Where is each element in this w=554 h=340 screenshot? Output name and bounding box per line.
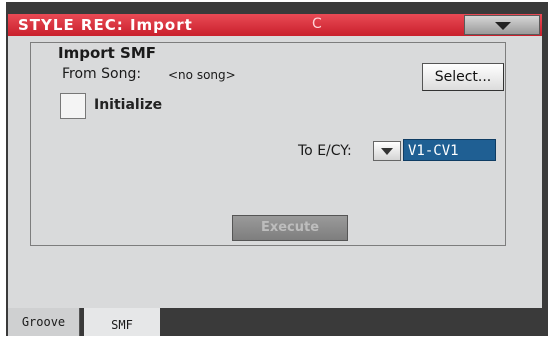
chevron-down-icon: [495, 22, 511, 30]
select-button[interactable]: Select...: [422, 63, 504, 91]
to-ecv-label: To E/CY:: [298, 143, 352, 159]
to-ecv-dropdown-button[interactable]: [373, 141, 401, 161]
tab-bar: Groove SMF: [8, 308, 542, 336]
page-menu-button[interactable]: [464, 15, 540, 35]
from-song-value: <no song>: [168, 68, 236, 82]
initialize-checkbox[interactable]: [60, 93, 86, 119]
initialize-label: Initialize: [94, 97, 163, 113]
tab-smf[interactable]: SMF: [84, 308, 160, 336]
group-title: Import SMF: [52, 44, 163, 62]
title-bar: STYLE REC: Import C: [8, 14, 542, 36]
execute-button[interactable]: Execute: [232, 215, 348, 241]
chevron-down-icon: [381, 148, 393, 155]
title-subtitle: C: [312, 16, 322, 32]
page-title: STYLE REC: Import: [18, 16, 193, 34]
tab-groove[interactable]: Groove: [8, 308, 80, 336]
to-ecv-value[interactable]: V1-CV1: [403, 139, 496, 161]
from-song-label: From Song:: [62, 66, 142, 82]
